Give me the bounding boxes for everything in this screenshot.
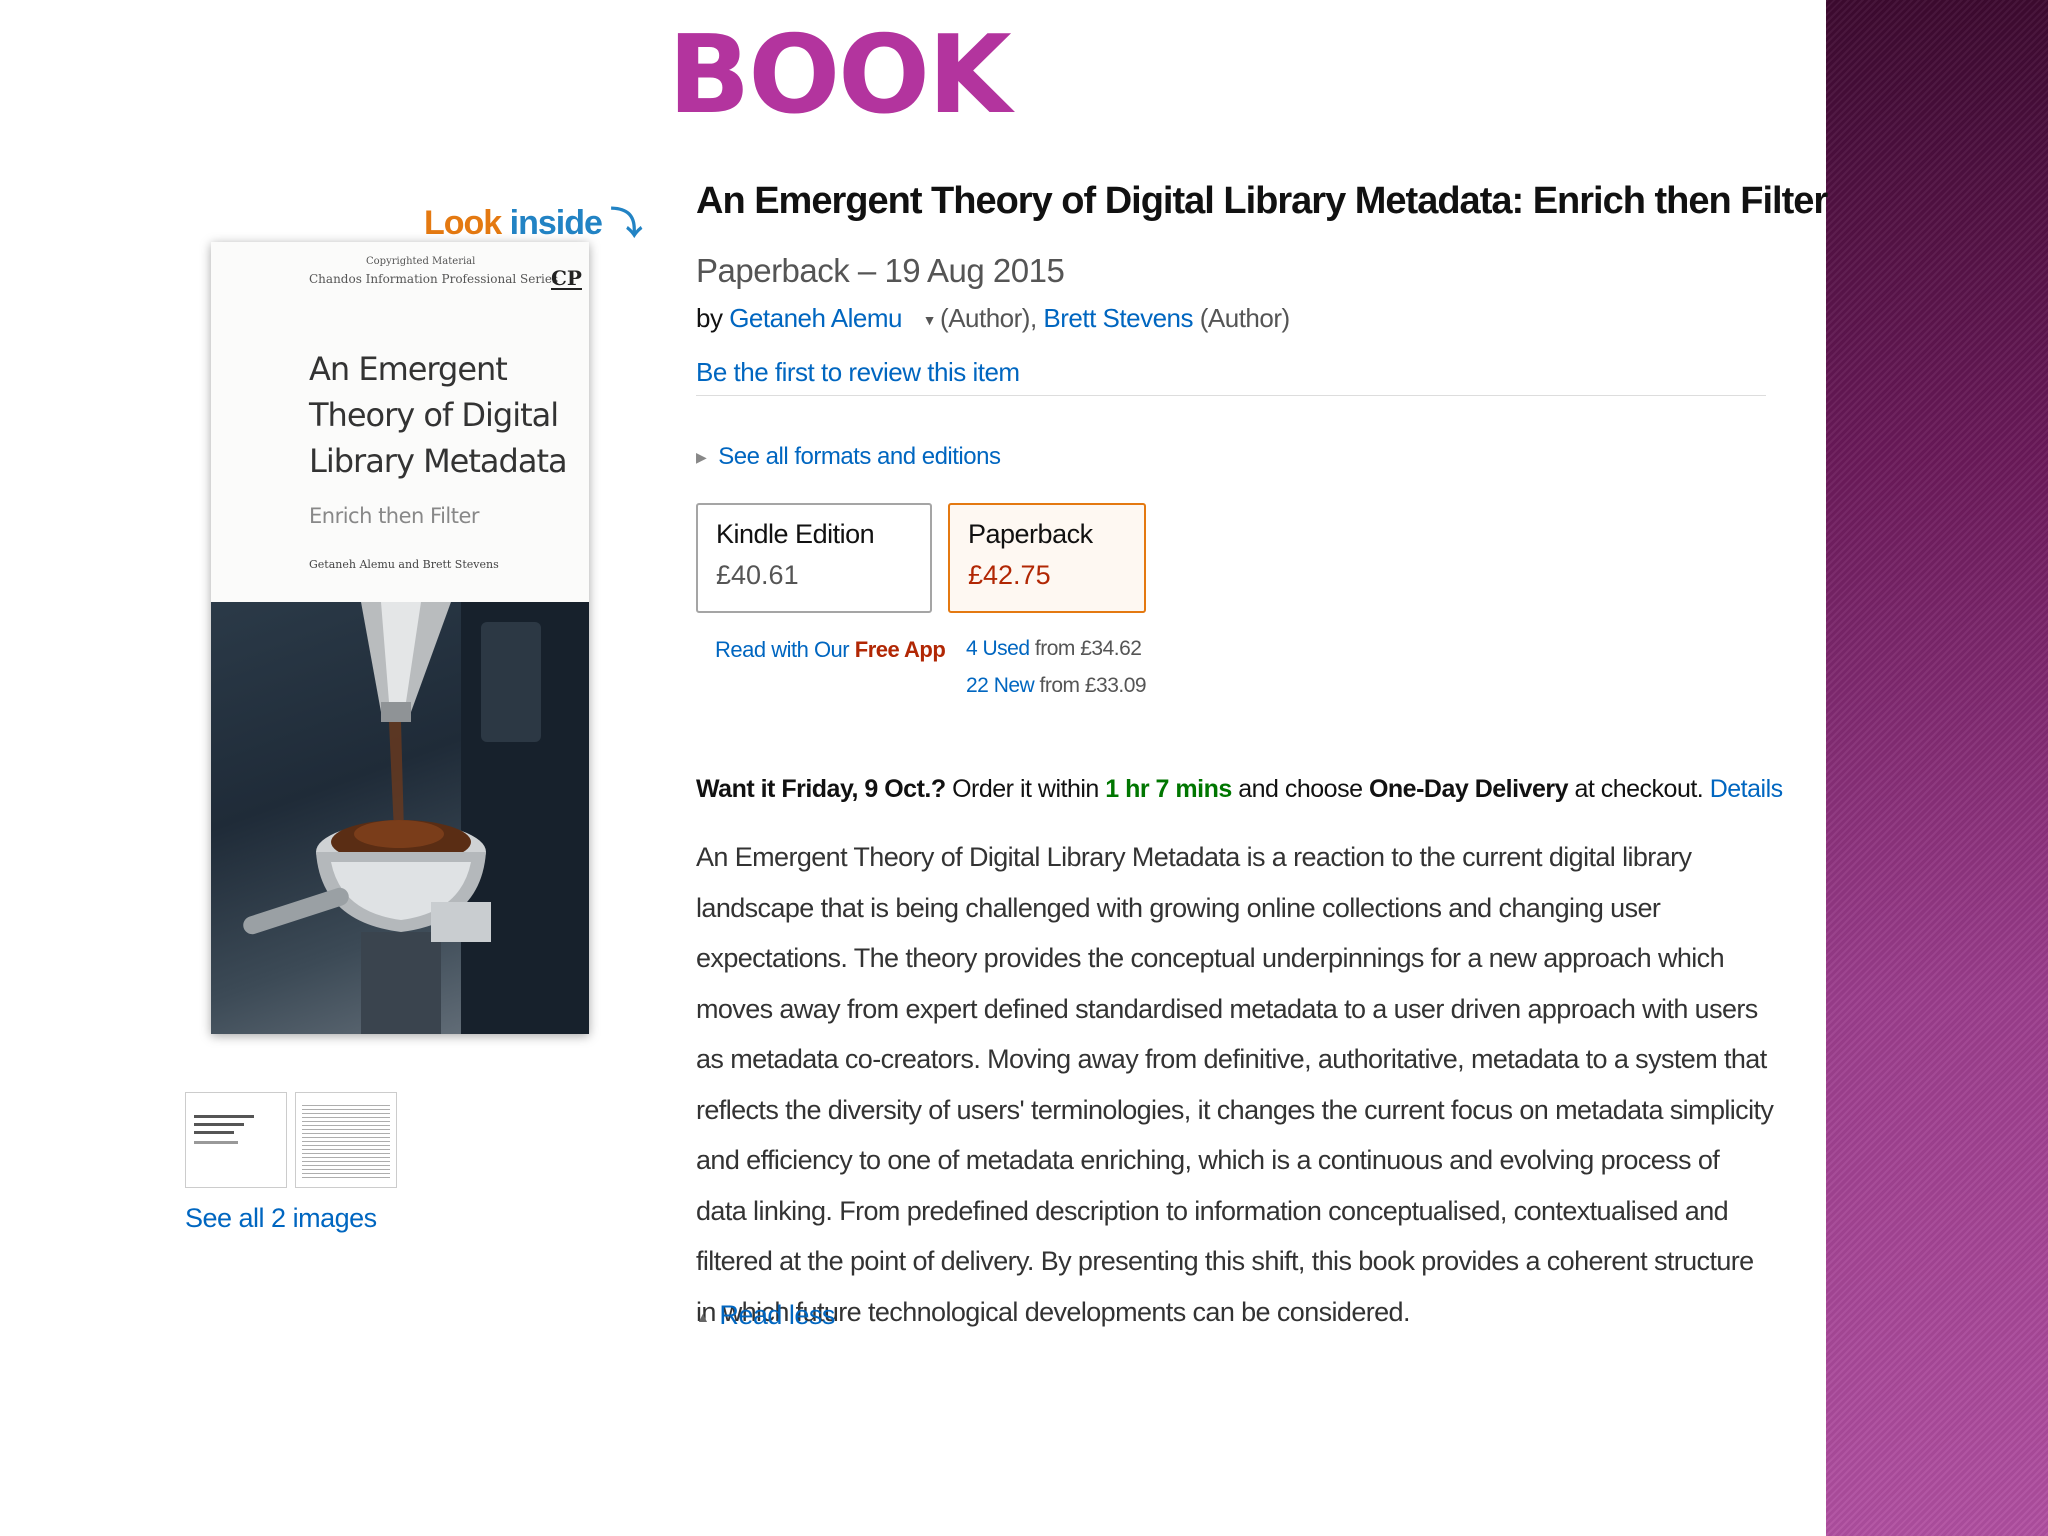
kindle-free-app-link[interactable]: Read with Our Free App: [715, 637, 946, 663]
decorative-side-band: [1826, 0, 2048, 1536]
look-inside-label-2: inside: [509, 204, 603, 242]
used-offers-link[interactable]: 4 Used: [966, 637, 1030, 660]
new-offers-link[interactable]: 22 New: [966, 674, 1035, 697]
new-offers: 22 New from £33.09: [966, 674, 1147, 698]
down-arrow-icon: ⤵: [610, 205, 642, 241]
read-less-link[interactable]: ▲ Read less: [696, 1300, 835, 1331]
thumb-subtitle-line: [194, 1141, 238, 1144]
caret-up-icon: ▲: [696, 1308, 710, 1325]
swatch-price: £40.61: [716, 560, 799, 590]
new-from-price: from £33.09: [1039, 674, 1147, 697]
delivery-option: One-Day Delivery: [1368, 775, 1569, 803]
book-cover-image[interactable]: Copyrighted Material Chandos Information…: [211, 242, 589, 1034]
cover-top-panel: Copyrighted Material Chandos Information…: [211, 242, 589, 602]
delivery-date: Want it Friday, 9 Oct.?: [696, 775, 946, 803]
format-swatch-kindle[interactable]: Kindle Edition £40.61: [696, 503, 932, 613]
product-description: An Emergent Theory of Digital Library Me…: [696, 842, 1774, 1327]
used-offers: 4 Used from £34.62: [966, 637, 1142, 661]
caret-right-icon: ▶: [696, 449, 707, 466]
cover-photo: [211, 602, 589, 1034]
swatch-name: Kindle Edition: [716, 519, 875, 549]
formats-link-label: See all formats and editions: [718, 443, 1001, 470]
swatch-name: Paperback: [968, 519, 1093, 549]
delivery-countdown: 1 hr 7 mins: [1105, 775, 1232, 803]
author-link-getaneh-alemu[interactable]: Getaneh Alemu: [729, 303, 902, 333]
author1-role: (Author),: [940, 303, 1037, 333]
coffee-grinder-illustration: [243, 602, 589, 1034]
see-all-images-link[interactable]: See all 2 images: [185, 1203, 377, 1234]
cover-authors: Getaneh Alemu and Brett Stevens: [309, 558, 499, 571]
delivery-details-link[interactable]: Details: [1710, 775, 1783, 803]
thumb-title-line: [194, 1115, 254, 1118]
thumb-page-text: [302, 1105, 390, 1179]
by-label: by: [696, 303, 723, 333]
author-link-brett-stevens[interactable]: Brett Stevens: [1043, 303, 1193, 333]
delivery-message: Want it Friday, 9 Oct.? Order it within …: [696, 775, 1783, 804]
kindle-note: Read with Our: [715, 637, 850, 662]
free-app-label: Free App: [854, 637, 946, 662]
publisher-logo: CP: [551, 266, 582, 290]
delivery-and-choose: and choose: [1238, 775, 1363, 803]
formats-link[interactable]: ▶ See all formats and editions: [696, 443, 1001, 471]
author2-role: (Author): [1199, 303, 1290, 333]
review-link[interactable]: Be the first to review this item: [696, 357, 1020, 388]
format-swatch-paperback[interactable]: Paperback £42.75: [948, 503, 1146, 613]
read-less-label: Read less: [719, 1300, 835, 1330]
byline: by Getaneh Alemu ▼ (Author), Brett Steven…: [696, 303, 1290, 334]
thumbnail-page[interactable]: [295, 1092, 397, 1188]
swatch-price: £42.75: [968, 560, 1051, 590]
cover-subtitle: Enrich then Filter: [309, 504, 480, 528]
format-date: Paperback – 19 Aug 2015: [696, 252, 1065, 289]
thumb-title-line: [194, 1131, 234, 1134]
product-title: An Emergent Theory of Digital Library Me…: [696, 180, 1828, 222]
author-dropdown-icon[interactable]: ▼: [923, 312, 937, 328]
cover-title: An Emergent Theory of Digital Library Me…: [309, 350, 568, 480]
divider: [696, 395, 1766, 396]
used-from-price: from £34.62: [1034, 637, 1142, 660]
cover-copyright: Copyrighted Material: [366, 256, 476, 267]
look-inside-button[interactable]: Look inside ⤵: [424, 198, 642, 244]
delivery-at-checkout: at checkout.: [1574, 775, 1704, 803]
slide-title: BOOK: [668, 13, 1012, 138]
thumb-title-line: [194, 1123, 244, 1126]
look-inside-label-1: Look: [424, 204, 502, 242]
delivery-order-within: Order it within: [952, 775, 1099, 803]
thumbnail-cover[interactable]: [185, 1092, 287, 1188]
cover-series: Chandos Information Professional Series: [309, 272, 559, 286]
